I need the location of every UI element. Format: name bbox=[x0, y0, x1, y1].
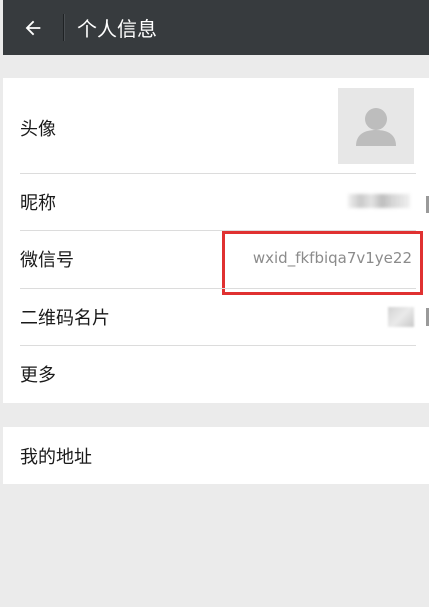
back-button[interactable] bbox=[3, 0, 63, 55]
nickname-value-redacted bbox=[348, 194, 410, 208]
highlight-box bbox=[222, 231, 423, 295]
wechat-id-row[interactable]: 微信号 wxid_fkfbiqa7v1ye22 bbox=[3, 231, 429, 295]
qr-code-label: 二维码名片 bbox=[20, 308, 110, 329]
page-title: 个人信息 bbox=[77, 17, 157, 41]
avatar-row[interactable]: 头像 bbox=[3, 78, 429, 174]
address-section: 我的地址 bbox=[3, 427, 429, 484]
address-row[interactable]: 我的地址 bbox=[3, 427, 429, 484]
wechat-id-label: 微信号 bbox=[20, 250, 74, 271]
title-bar: 个人信息 bbox=[3, 0, 429, 55]
qr-code-row[interactable]: 二维码名片 bbox=[3, 289, 429, 346]
title-divider bbox=[63, 14, 64, 41]
profile-section: 头像 昵称 微信号 wxid_fkfbiqa7v1ye22 二维码名片 更多 bbox=[3, 78, 429, 403]
address-label: 我的地址 bbox=[20, 447, 92, 468]
avatar-label: 头像 bbox=[20, 119, 56, 140]
avatar[interactable] bbox=[338, 88, 414, 164]
more-row[interactable]: 更多 bbox=[3, 346, 429, 403]
app-frame: 个人信息 头像 昵称 微信号 wxid_fkfbiqa7v1ye22 二维码名片… bbox=[3, 0, 429, 607]
qr-code-icon bbox=[388, 307, 414, 327]
more-label: 更多 bbox=[20, 365, 56, 386]
nickname-label: 昵称 bbox=[20, 193, 56, 214]
arrow-left-icon bbox=[25, 20, 41, 35]
default-user-icon bbox=[356, 108, 396, 146]
nickname-row[interactable]: 昵称 bbox=[3, 174, 429, 231]
